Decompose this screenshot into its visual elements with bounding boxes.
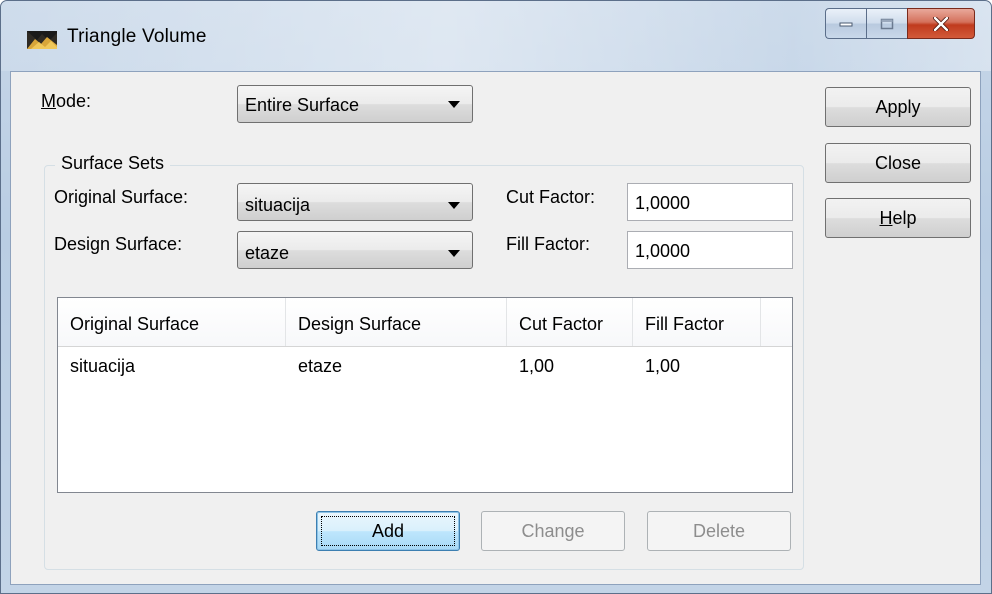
column-cut-factor[interactable]: Cut Factor <box>507 298 633 346</box>
apply-button[interactable]: Apply <box>825 87 971 127</box>
cut-factor-field[interactable]: 1,0000 <box>627 183 793 221</box>
surface-sets-title: Surface Sets <box>55 153 171 174</box>
chevron-down-icon <box>448 250 460 257</box>
design-surface-dropdown[interactable]: etaze <box>237 231 473 269</box>
cut-factor-label: Cut Factor: <box>506 187 596 207</box>
column-original-surface[interactable]: Original Surface <box>58 298 286 346</box>
table-header: Original Surface Design Surface Cut Fact… <box>58 298 792 347</box>
surface-volume-icon <box>27 31 57 49</box>
chevron-down-icon <box>448 101 460 108</box>
add-button[interactable]: Add <box>316 511 460 551</box>
chevron-down-icon <box>448 202 460 209</box>
cut-factor-value: 1,0000 <box>635 193 691 213</box>
mode-dropdown-value: Entire Surface <box>245 95 360 115</box>
original-surface-label: Original Surface: <box>54 187 189 207</box>
caption-buttons <box>825 8 975 40</box>
dialog-window: Triangle Volume Mode: Entire Surface Sur… <box>0 0 992 594</box>
design-surface-value: etaze <box>245 243 290 263</box>
original-surface-dropdown[interactable]: situacija <box>237 183 473 221</box>
close-window-button[interactable] <box>907 8 975 39</box>
delete-button[interactable]: Delete <box>647 511 791 551</box>
dialog-client-area: Mode: Entire Surface Surface Sets Origin… <box>10 71 981 585</box>
help-button[interactable]: Help <box>825 198 971 238</box>
cell-cut-factor: 1,00 <box>519 356 555 376</box>
minimize-icon <box>839 22 853 26</box>
fill-factor-value: 1,0000 <box>635 241 691 261</box>
table-row[interactable]: situacija etaze 1,00 1,00 <box>58 356 792 388</box>
window-title: Triangle Volume <box>67 26 207 47</box>
column-design-surface[interactable]: Design Surface <box>286 298 507 346</box>
close-button[interactable]: Close <box>825 143 971 183</box>
cell-fill-factor: 1,00 <box>645 356 681 376</box>
mode-dropdown[interactable]: Entire Surface <box>237 85 473 123</box>
maximize-button[interactable] <box>866 8 907 39</box>
title-bar[interactable]: Triangle Volume <box>1 1 991 71</box>
fill-factor-field[interactable]: 1,0000 <box>627 231 793 269</box>
close-icon <box>933 16 949 31</box>
cell-original-surface: situacija <box>70 356 136 376</box>
change-button[interactable]: Change <box>481 511 625 551</box>
surface-sets-table[interactable]: Original Surface Design Surface Cut Fact… <box>57 297 793 493</box>
design-surface-label: Design Surface: <box>54 234 183 254</box>
original-surface-value: situacija <box>245 195 311 215</box>
mode-label: Mode: <box>41 91 92 111</box>
maximize-icon <box>880 18 894 29</box>
minimize-button[interactable] <box>825 8 866 39</box>
column-fill-factor[interactable]: Fill Factor <box>633 298 761 346</box>
fill-factor-label: Fill Factor: <box>506 234 591 254</box>
cell-design-surface: etaze <box>298 356 343 376</box>
